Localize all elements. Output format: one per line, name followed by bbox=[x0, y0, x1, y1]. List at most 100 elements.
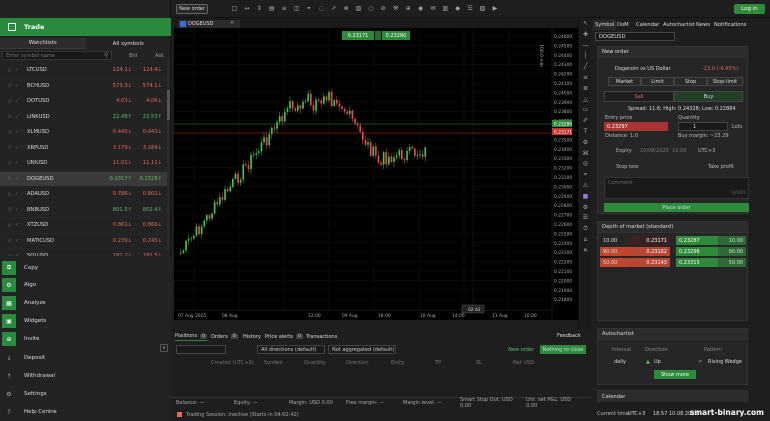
tab-dom[interactable]: DoM bbox=[615, 20, 631, 30]
star-icon[interactable]: ☆ bbox=[7, 175, 15, 182]
bottom-new-order-button[interactable]: New order bbox=[504, 345, 538, 354]
star-icon[interactable]: ☆ bbox=[7, 82, 15, 89]
current-time-tz[interactable]: UTC+3 bbox=[628, 411, 645, 417]
toolbar-icon-20[interactable]: ☰ bbox=[467, 5, 474, 12]
menu-item-withdrawal[interactable]: ↑ Withdrawal bbox=[0, 368, 171, 384]
star-icon[interactable]: ☆ bbox=[7, 160, 15, 167]
direction-filter[interactable]: All directions (default) bbox=[257, 345, 325, 354]
toolbar-icon-14[interactable]: ⚒ bbox=[392, 5, 399, 12]
quantity-input[interactable]: 1 bbox=[678, 122, 728, 131]
toolbar-icon-9[interactable]: ↗ bbox=[330, 5, 337, 12]
close-icon[interactable]: × bbox=[230, 20, 234, 26]
tab-notifications[interactable]: Notifications bbox=[712, 20, 748, 30]
bottom-tab-orders[interactable]: Orders 0 bbox=[211, 332, 238, 341]
toolbar-icon-17[interactable]: ✉ bbox=[429, 5, 436, 12]
menu-item-copy[interactable]: ⧉ Copy bbox=[0, 260, 171, 276]
collapse-chevron-icon[interactable]: ∨ bbox=[160, 344, 168, 352]
tab-symbol[interactable]: Symbol bbox=[593, 20, 617, 30]
price-chart[interactable]: 0.24600 0.24500 0.24400 0.24300 0.24200 0.241… bbox=[174, 28, 579, 320]
star-icon[interactable]: ☆ bbox=[7, 113, 15, 120]
star-icon[interactable]: ☆ bbox=[7, 237, 15, 244]
toolbar-icon-4[interactable]: ▤ bbox=[268, 5, 275, 12]
bottom-tab-transactions[interactable]: Transactions bbox=[306, 332, 337, 341]
symbol-list-scrollbar[interactable] bbox=[167, 60, 170, 250]
stop-button[interactable]: Stop bbox=[674, 77, 707, 86]
aggregation-filter[interactable]: Not aggregated (default) bbox=[328, 345, 396, 354]
tab-autochartist[interactable]: Autochartist bbox=[661, 20, 697, 30]
menu-item-help-centre[interactable]: ? Help Centre bbox=[0, 404, 171, 420]
toolbar-icon-21[interactable]: ▨ bbox=[479, 5, 486, 12]
toolbar-icon-10[interactable]: ⊗ bbox=[343, 5, 350, 12]
toolbar-icon-11[interactable]: ▧ bbox=[355, 5, 362, 12]
sell-button[interactable]: Sell bbox=[604, 91, 674, 102]
login-button[interactable]: Log in bbox=[734, 4, 765, 14]
symbol-row[interactable]: ☆ ✓ XRPUSD 3.179↓ 3.184↓ bbox=[0, 141, 167, 156]
stop-limit-button[interactable]: Stop-limit bbox=[707, 77, 743, 86]
symbol-row[interactable]: ☆ ✓ DOTUSD 4.03↓ 4.06↓ bbox=[0, 94, 167, 110]
star-icon[interactable]: ☆ bbox=[7, 191, 15, 198]
bottom-tab-history[interactable]: History bbox=[243, 332, 261, 341]
toolbar-icon-19[interactable]: ◆ bbox=[454, 5, 461, 12]
menu-item-invite[interactable]: ⊕ Invite bbox=[0, 331, 171, 347]
tab-calendar[interactable]: Calendar bbox=[634, 20, 661, 30]
menu-item-widgets[interactable]: ▣ Widgets bbox=[0, 313, 171, 329]
toolbar-icon-22[interactable]: ▶ bbox=[491, 5, 498, 12]
symbol-row[interactable]: ☆ ✓ UNIUSD 11.01↓ 11.11↓ bbox=[0, 156, 167, 172]
toolbar-icon-15[interactable]: ⊕ bbox=[405, 5, 412, 12]
toolbar-icon-18[interactable]: ▥ bbox=[442, 5, 449, 12]
toolbar-icon-1[interactable]: □ bbox=[231, 5, 238, 12]
expiry-date-input[interactable]: 10/08/2025 bbox=[640, 148, 669, 154]
bottom-tab-positions[interactable]: Positions 0 bbox=[175, 332, 207, 341]
toolbar-icon-3[interactable]: ↕ bbox=[256, 5, 263, 12]
toolbar-icon-8[interactable]: ◌ bbox=[318, 5, 325, 12]
nothing-to-close-button[interactable]: Nothing to close bbox=[540, 345, 586, 354]
menu-item-analyze[interactable]: ▦ Analyze bbox=[0, 295, 171, 311]
toolbar-icon-12[interactable]: ○ bbox=[367, 5, 374, 12]
chart-tab-dogeusd[interactable]: DOGEUSD × bbox=[178, 20, 240, 28]
buy-price-box[interactable]: 0.23280 bbox=[382, 31, 410, 40]
symbol-select[interactable]: DOGEUSD bbox=[595, 32, 675, 41]
symbol-row[interactable]: ☆ ✓ LINKUSD 22.48↑ 22.53↑ bbox=[0, 110, 167, 125]
tab-news[interactable]: News bbox=[694, 20, 712, 30]
symbol-row[interactable]: ☆ ✓ LTCUSD 124.1↓ 124.4↓ bbox=[0, 63, 167, 79]
symbol-row[interactable]: ☆ ✓ BCHUSD 573.3↓ 574.1↓ bbox=[0, 79, 167, 94]
bottom-search-box[interactable] bbox=[176, 345, 226, 354]
menu-item-settings[interactable]: ⚙ Settings bbox=[0, 386, 171, 402]
star-icon[interactable]: ☆ bbox=[7, 222, 15, 229]
star-icon[interactable]: ☆ bbox=[7, 67, 15, 74]
toolbar-icon-7[interactable]: ⌖ bbox=[305, 5, 312, 12]
toolbar-icon-2[interactable]: ↔ bbox=[243, 5, 250, 12]
symbol-row[interactable]: ☆ ✓ DOGEUSD 0.2317↑ 0.2328↑ bbox=[0, 171, 167, 187]
symbol-row[interactable]: ☆ ✓ MATICUSD 0.239↓ 0.245↓ bbox=[0, 234, 167, 249]
star-icon[interactable]: ☆ bbox=[7, 144, 15, 151]
menu-item-deposit[interactable]: ↓ Deposit bbox=[0, 350, 171, 366]
buy-button[interactable]: Buy bbox=[674, 91, 743, 102]
toolbar-icon-13[interactable]: ⊘ bbox=[380, 5, 387, 12]
expiry-time-input[interactable]: 19:00 bbox=[672, 148, 686, 154]
tab-watchlists[interactable]: Watchlists bbox=[0, 38, 86, 49]
feedback-link[interactable]: Feedback bbox=[557, 333, 581, 339]
place-order-button[interactable]: Place order bbox=[604, 203, 749, 212]
trade-tab[interactable]: Trade bbox=[0, 18, 171, 36]
symbol-search-input[interactable] bbox=[2, 51, 112, 60]
star-icon[interactable]: ☆ bbox=[7, 98, 15, 105]
show-more-button[interactable]: Show more bbox=[654, 370, 696, 379]
symbol-row[interactable]: ☆ ✓ XLMUSD 0.440↓ 0.443↓ bbox=[0, 125, 167, 141]
market-button[interactable]: Market bbox=[608, 77, 641, 86]
star-icon[interactable]: ☆ bbox=[7, 129, 15, 136]
menu-item-algo[interactable]: ⚙ Algo bbox=[0, 277, 171, 293]
new-order-button[interactable]: New order bbox=[176, 4, 208, 14]
toolbar-icon-6[interactable]: ◫ bbox=[293, 5, 300, 12]
sell-price-box[interactable]: 0.23171 bbox=[342, 31, 374, 40]
stop-loss-toggle[interactable]: Stop loss bbox=[616, 164, 639, 170]
take-profit-toggle[interactable]: Take profit bbox=[708, 164, 734, 170]
tab-all-symbols[interactable]: All symbols bbox=[86, 38, 172, 49]
comment-field[interactable]: Comment 0/100 bbox=[604, 177, 749, 199]
symbol-row[interactable]: ☆ ✓ ADAUSD 0.786↓ 0.802↓ bbox=[0, 187, 167, 203]
symbol-row[interactable]: ☆ ✓ BNBUSD 801.5↑ 802.4↑ bbox=[0, 203, 167, 218]
toolbar-icon-16[interactable]: ◉ bbox=[417, 5, 424, 12]
star-icon[interactable]: ☆ bbox=[7, 206, 15, 213]
symbol-row[interactable]: ☆ ✓ XTZUSD 0.861↓ 0.866↓ bbox=[0, 218, 167, 234]
search-icon[interactable]: ⚲ bbox=[104, 52, 108, 59]
bottom-tab-price-alerts[interactable]: Price alerts 0 bbox=[265, 332, 303, 341]
